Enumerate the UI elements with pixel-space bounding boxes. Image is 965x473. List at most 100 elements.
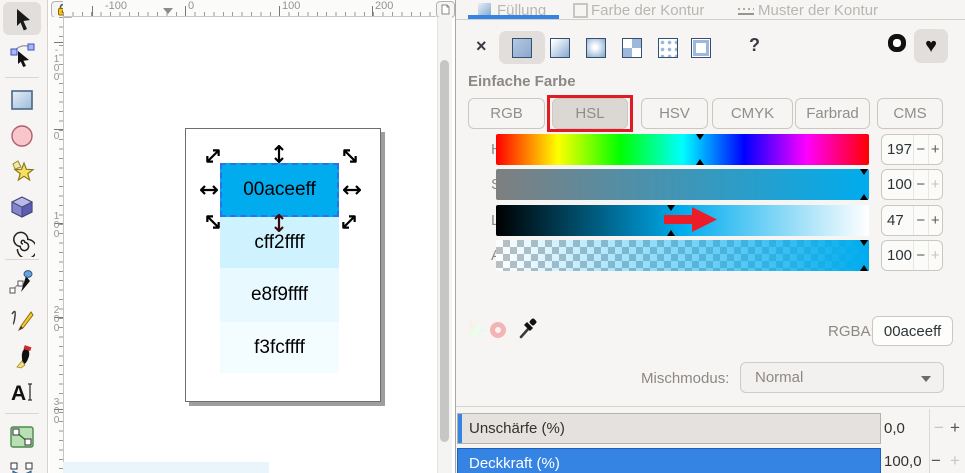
tool-selector[interactable] bbox=[3, 2, 41, 35]
color-wheel-icon[interactable] bbox=[469, 320, 486, 339]
lightness-decrement[interactable]: − bbox=[913, 206, 927, 235]
scale-handle-top-center[interactable] bbox=[269, 144, 289, 164]
swatch-label: cff2ffff bbox=[254, 232, 305, 253]
tab-stroke-style[interactable]: Muster der Kontur bbox=[758, 2, 878, 19]
linear-gradient-icon bbox=[550, 37, 570, 58]
text-icon: A bbox=[11, 382, 32, 405]
opacity-decrement[interactable]: − bbox=[931, 451, 941, 471]
tool-gradient[interactable] bbox=[3, 420, 41, 453]
blur-increment[interactable]: + bbox=[950, 418, 960, 438]
toolbox-separator bbox=[5, 77, 39, 78]
tool-rectangle[interactable] bbox=[3, 83, 41, 116]
swatch-rect[interactable]: f3fcffff bbox=[220, 322, 339, 373]
section-title: Einfache Farbe bbox=[468, 73, 576, 90]
h-ruler-label: -100 bbox=[105, 0, 128, 12]
annotation-highlight-box bbox=[547, 95, 633, 132]
opacity-increment[interactable]: + bbox=[950, 451, 960, 471]
color-circle-icon[interactable] bbox=[490, 322, 506, 338]
saturation-value: 100 bbox=[887, 176, 913, 193]
blend-mode-dropdown[interactable]: Normal bbox=[740, 362, 944, 393]
radial-gradient-icon bbox=[586, 37, 606, 58]
swatch-button[interactable] bbox=[678, 31, 724, 64]
tool-box3d[interactable] bbox=[3, 190, 41, 223]
lightness-increment[interactable]: + bbox=[927, 206, 942, 235]
horizontal-ruler[interactable]: -100 0 100 200 bbox=[63, 0, 436, 17]
chevron-down-icon bbox=[921, 376, 931, 382]
scale-handle-mid-right[interactable] bbox=[342, 180, 362, 200]
eyedropper-icon[interactable] bbox=[517, 318, 537, 340]
toolbox: A bbox=[0, 0, 48, 473]
v-ruler-label: 0 bbox=[51, 131, 62, 140]
spiral-icon bbox=[13, 231, 35, 257]
blur-slider-fill bbox=[458, 414, 462, 443]
saturation-spinbox[interactable]: 100 − + bbox=[881, 169, 943, 200]
cursor-position-marker bbox=[163, 8, 173, 14]
tool-mesh[interactable] bbox=[3, 457, 41, 473]
pencil-icon bbox=[11, 310, 34, 331]
blur-slider[interactable]: Unschärfe (%) bbox=[457, 413, 881, 444]
saturation-decrement[interactable]: − bbox=[913, 170, 927, 199]
lightness-value: 47 bbox=[887, 212, 904, 229]
fill-rule-nonzero-button[interactable]: ♥ bbox=[914, 29, 948, 63]
lightness-spinbox[interactable]: 47 − + bbox=[881, 205, 943, 236]
tab-stroke-paint[interactable]: Farbe der Kontur bbox=[591, 2, 704, 19]
alpha-decrement[interactable]: − bbox=[913, 241, 927, 270]
scrollbar-thumb[interactable] bbox=[440, 60, 449, 442]
alpha-slider[interactable] bbox=[496, 240, 869, 271]
scale-handle-top-right[interactable] bbox=[340, 146, 360, 166]
tool-star[interactable] bbox=[3, 154, 41, 187]
selection-outline bbox=[220, 163, 339, 217]
alpha-increment[interactable]: + bbox=[927, 241, 942, 270]
v-ruler-label: 200 bbox=[51, 305, 62, 332]
opacity-slider[interactable]: Deckkraft (%) bbox=[457, 448, 881, 473]
opacity-label: Deckkraft (%) bbox=[469, 455, 560, 472]
rgba-input[interactable]: 00aceeff bbox=[872, 316, 953, 346]
h-ruler-label: 200 bbox=[375, 0, 394, 12]
tool-calligraphy[interactable] bbox=[3, 339, 41, 372]
flat-color-icon bbox=[512, 37, 532, 58]
fill-rule-evenodd-icon[interactable] bbox=[888, 34, 906, 52]
hue-slider[interactable] bbox=[496, 134, 869, 165]
tab-rgb[interactable]: RGB bbox=[468, 98, 545, 129]
tool-pen[interactable] bbox=[3, 265, 41, 298]
alpha-spinbox[interactable]: 100 − + bbox=[881, 240, 943, 271]
tab-cmyk[interactable]: CMYK bbox=[712, 98, 793, 129]
tool-node-editor[interactable] bbox=[3, 37, 41, 70]
canvas-area: -100 0 100 200 -100 0 100 200 300 00acee… bbox=[48, 0, 455, 473]
blur-decrement[interactable]: − bbox=[934, 418, 944, 438]
tool-ellipse[interactable] bbox=[3, 119, 41, 152]
scale-handle-mid-left[interactable] bbox=[199, 180, 219, 200]
section-divider bbox=[456, 406, 965, 407]
tab-hsv[interactable]: HSV bbox=[641, 98, 708, 129]
tool-pencil[interactable] bbox=[3, 302, 41, 335]
scale-handle-bottom-center[interactable] bbox=[269, 213, 289, 233]
saturation-slider[interactable] bbox=[496, 169, 869, 200]
vertical-ruler[interactable]: -100 0 100 200 300 bbox=[50, 17, 64, 473]
hue-decrement[interactable]: − bbox=[913, 135, 927, 164]
blur-value: 0,0 bbox=[884, 420, 905, 437]
swatch-rect[interactable]: e8f9ffff bbox=[220, 268, 339, 322]
hue-increment[interactable]: + bbox=[927, 135, 942, 164]
ellipse-icon bbox=[11, 124, 33, 147]
saturation-increment[interactable]: + bbox=[927, 170, 942, 199]
scale-handle-bottom-right[interactable] bbox=[339, 212, 359, 232]
swatch-icon bbox=[691, 37, 711, 58]
blur-label: Unschärfe (%) bbox=[469, 420, 565, 437]
scale-handle-bottom-left[interactable] bbox=[203, 212, 223, 232]
no-paint-button[interactable]: × bbox=[476, 36, 487, 57]
tool-text[interactable]: A bbox=[3, 375, 41, 408]
tab-wheel[interactable]: Farbrad bbox=[795, 98, 870, 129]
tool-spiral[interactable] bbox=[3, 227, 41, 260]
unknown-paint-button[interactable]: ? bbox=[749, 35, 760, 56]
hue-spinbox[interactable]: 197 − + bbox=[881, 134, 943, 165]
canvas-vertical-scrollbar[interactable] bbox=[437, 17, 452, 473]
tab-cms[interactable]: CMS bbox=[877, 98, 943, 129]
blend-mode-value: Normal bbox=[755, 369, 804, 386]
canvas-bottom-strip bbox=[63, 462, 269, 473]
pattern-icon bbox=[622, 37, 642, 58]
value-separator bbox=[929, 409, 930, 473]
alpha-value: 100 bbox=[887, 247, 913, 264]
page-icon bbox=[441, 4, 450, 15]
scale-handle-top-left[interactable] bbox=[203, 146, 223, 166]
ruler-corner-button[interactable] bbox=[436, 1, 455, 18]
